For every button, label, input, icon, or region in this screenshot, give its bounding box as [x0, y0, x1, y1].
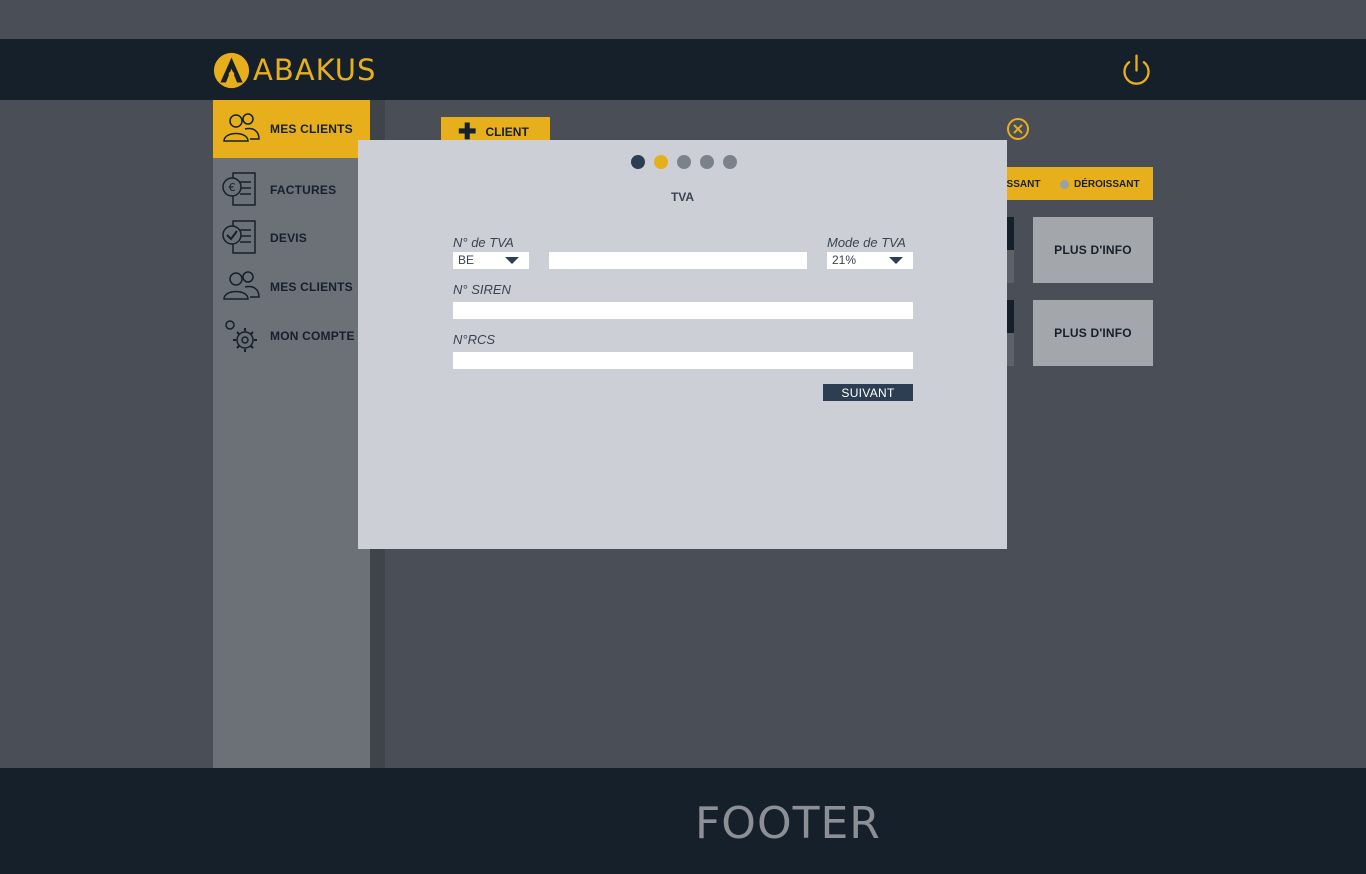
sidebar-item-mes-clients[interactable]: MES CLIENTS [213, 100, 370, 158]
step-dot-4 [700, 155, 714, 169]
step-dot-1 [631, 155, 645, 169]
abakus-logo-icon [213, 52, 250, 88]
chevron-down-icon [505, 257, 519, 264]
sidebar-item-mon-compte[interactable]: MON COMPTE [213, 312, 370, 360]
siren-input[interactable] [453, 302, 913, 319]
client-card-edge [1006, 300, 1014, 333]
step-dot-2 [654, 155, 668, 169]
more-info-button[interactable]: PLUS D'INFO [1033, 300, 1153, 366]
modal-title: TVA [670, 190, 695, 204]
users-icon [223, 113, 260, 142]
brand-logo[interactable]: ABAKUS [213, 51, 376, 89]
quote-check-icon [222, 220, 256, 254]
step-dot-3 [677, 155, 691, 169]
app-footer: FOOTER [0, 768, 1366, 874]
add-client-label: CLIENT [485, 125, 529, 139]
client-card-edge [1006, 250, 1014, 283]
sidebar-item-factures[interactable]: € FACTURES [213, 166, 370, 214]
sidebar-item-mes-clients-2[interactable]: MES CLIENTS [213, 263, 370, 311]
app-header: ABAKUS [0, 39, 1366, 100]
sidebar-item-label: MES CLIENTS [270, 122, 353, 136]
client-card-edge [1006, 333, 1014, 366]
step-dot-5 [723, 155, 737, 169]
tva-number-label: N° de TVA [453, 235, 514, 250]
sidebar-item-label: DEVIS [270, 231, 308, 245]
footer-text: FOOTER [695, 798, 881, 849]
sidebar-item-devis[interactable]: DEVIS [213, 214, 370, 262]
next-button[interactable]: SUIVANT [823, 384, 913, 401]
tva-country-value: BE [458, 253, 475, 267]
sidebar-item-label: FACTURES [270, 183, 337, 197]
tva-country-select[interactable]: BE [453, 252, 529, 269]
close-icon[interactable] [1006, 117, 1030, 141]
tva-mode-value: 21% [832, 253, 857, 267]
svg-text:€: € [229, 181, 236, 194]
tva-mode-select[interactable]: 21% [827, 252, 913, 269]
power-icon[interactable] [1118, 52, 1155, 89]
sidebar-item-label: MON COMPTE [270, 329, 355, 343]
client-card-edge [1006, 217, 1014, 250]
step-indicator [631, 155, 746, 169]
rcs-label: N°RCS [453, 332, 496, 347]
more-info-button[interactable]: PLUS D'INFO [1033, 217, 1153, 283]
sort-option-descending[interactable]: DÉROISSANT [1074, 179, 1140, 190]
sidebar: MES CLIENTS € FACTURES DEVIS MES CLIENTS… [213, 100, 370, 768]
radio-dot-icon[interactable] [1060, 180, 1069, 189]
chevron-down-icon [889, 257, 903, 264]
users-icon [223, 271, 260, 300]
invoice-euro-icon: € [222, 172, 256, 206]
top-strip [0, 0, 1366, 39]
tva-mode-label: Mode de TVA [827, 235, 906, 250]
gears-icon [225, 320, 257, 352]
tva-number-input[interactable] [549, 252, 807, 269]
brand-name: ABAKUS [253, 53, 377, 87]
rcs-input[interactable] [453, 352, 913, 369]
siren-label: N° SIREN [453, 282, 511, 297]
sidebar-item-label: MES CLIENTS [270, 280, 353, 294]
